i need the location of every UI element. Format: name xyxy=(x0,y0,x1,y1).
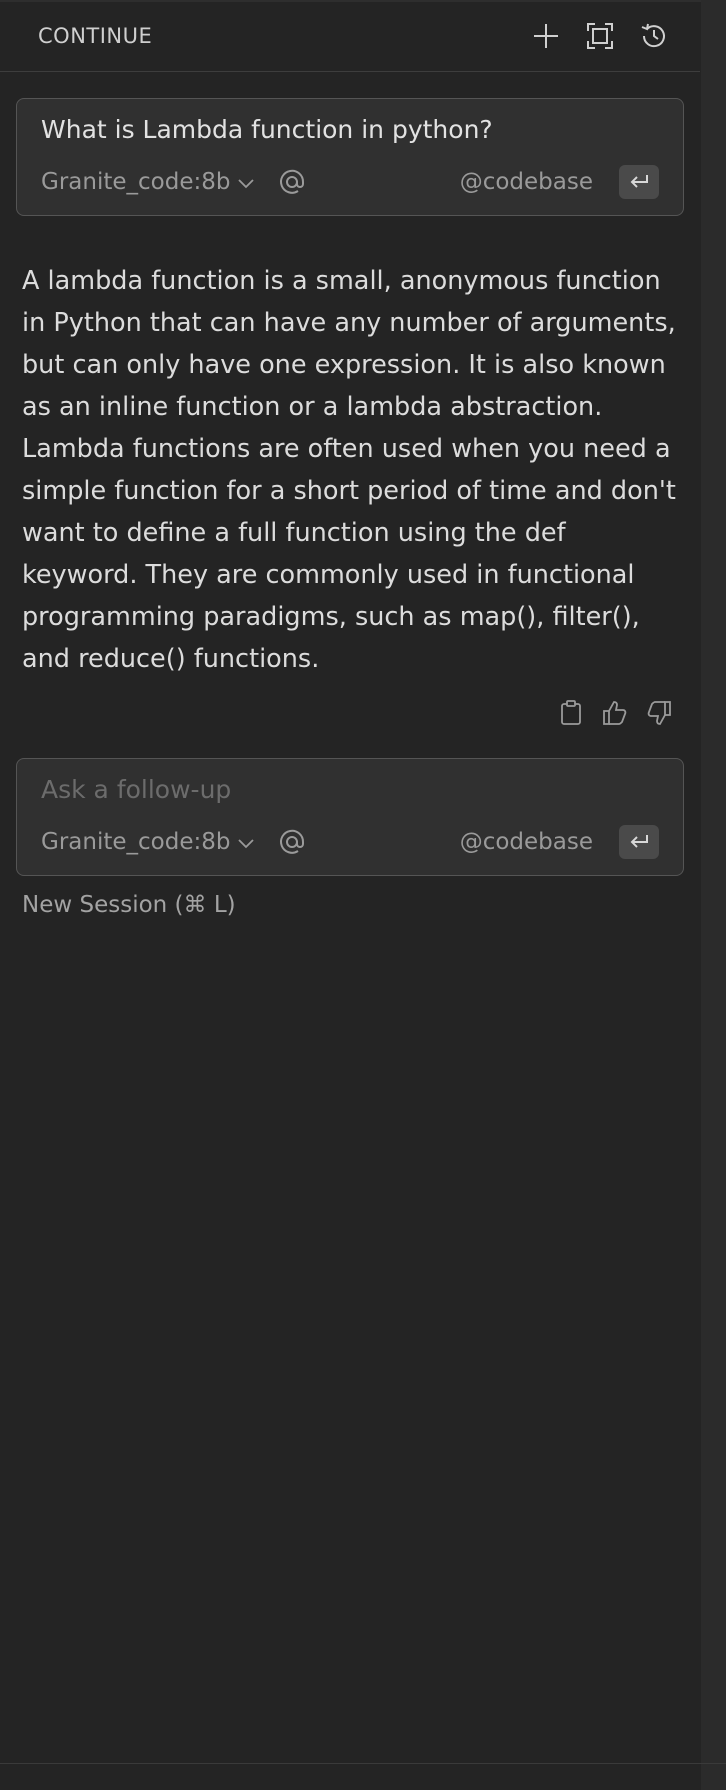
thumbs-up-icon[interactable] xyxy=(600,698,630,728)
new-session-link[interactable]: New Session (⌘ L) xyxy=(22,892,236,918)
codebase-button[interactable]: @codebase xyxy=(460,169,593,195)
at-mention-icon[interactable] xyxy=(276,166,308,198)
followup-input[interactable]: Ask a follow-up xyxy=(41,775,231,804)
question-text[interactable]: What is Lambda function in python? xyxy=(41,115,493,144)
model-dropdown[interactable]: Granite_code:8b xyxy=(41,169,255,195)
chevron-down-icon xyxy=(238,829,255,855)
codebase-button[interactable]: @codebase xyxy=(460,829,593,855)
panel-header: CONTINUE xyxy=(0,0,700,72)
assistant-response: A lambda function is a small, anonymous … xyxy=(22,266,676,674)
model-dropdown[interactable]: Granite_code:8b xyxy=(41,829,255,855)
question-toolbar: Granite_code:8b @codebase xyxy=(41,165,659,199)
model-label: Granite_code:8b xyxy=(41,829,231,855)
followup-toolbar: Granite_code:8b @codebase xyxy=(41,825,659,859)
clipboard-icon[interactable] xyxy=(556,698,586,728)
model-label: Granite_code:8b xyxy=(41,169,231,195)
header-actions xyxy=(530,20,670,52)
chevron-down-icon xyxy=(238,169,255,195)
enter-icon[interactable] xyxy=(619,825,659,859)
history-icon[interactable] xyxy=(638,20,670,52)
enter-icon[interactable] xyxy=(619,165,659,199)
panel-title: CONTINUE xyxy=(38,24,153,48)
bottom-divider xyxy=(0,1763,726,1764)
continue-panel: CONTINUE What is Lambda function in pyth… xyxy=(0,0,726,1790)
fullscreen-icon[interactable] xyxy=(584,20,616,52)
question-box[interactable]: What is Lambda function in python? Grani… xyxy=(16,98,684,216)
response-actions xyxy=(556,698,674,728)
at-mention-icon[interactable] xyxy=(276,826,308,858)
followup-box[interactable]: Ask a follow-up Granite_code:8b @codebas… xyxy=(16,758,684,876)
scrollbar-track[interactable] xyxy=(701,0,726,1790)
thumbs-down-icon[interactable] xyxy=(644,698,674,728)
plus-icon[interactable] xyxy=(530,20,562,52)
